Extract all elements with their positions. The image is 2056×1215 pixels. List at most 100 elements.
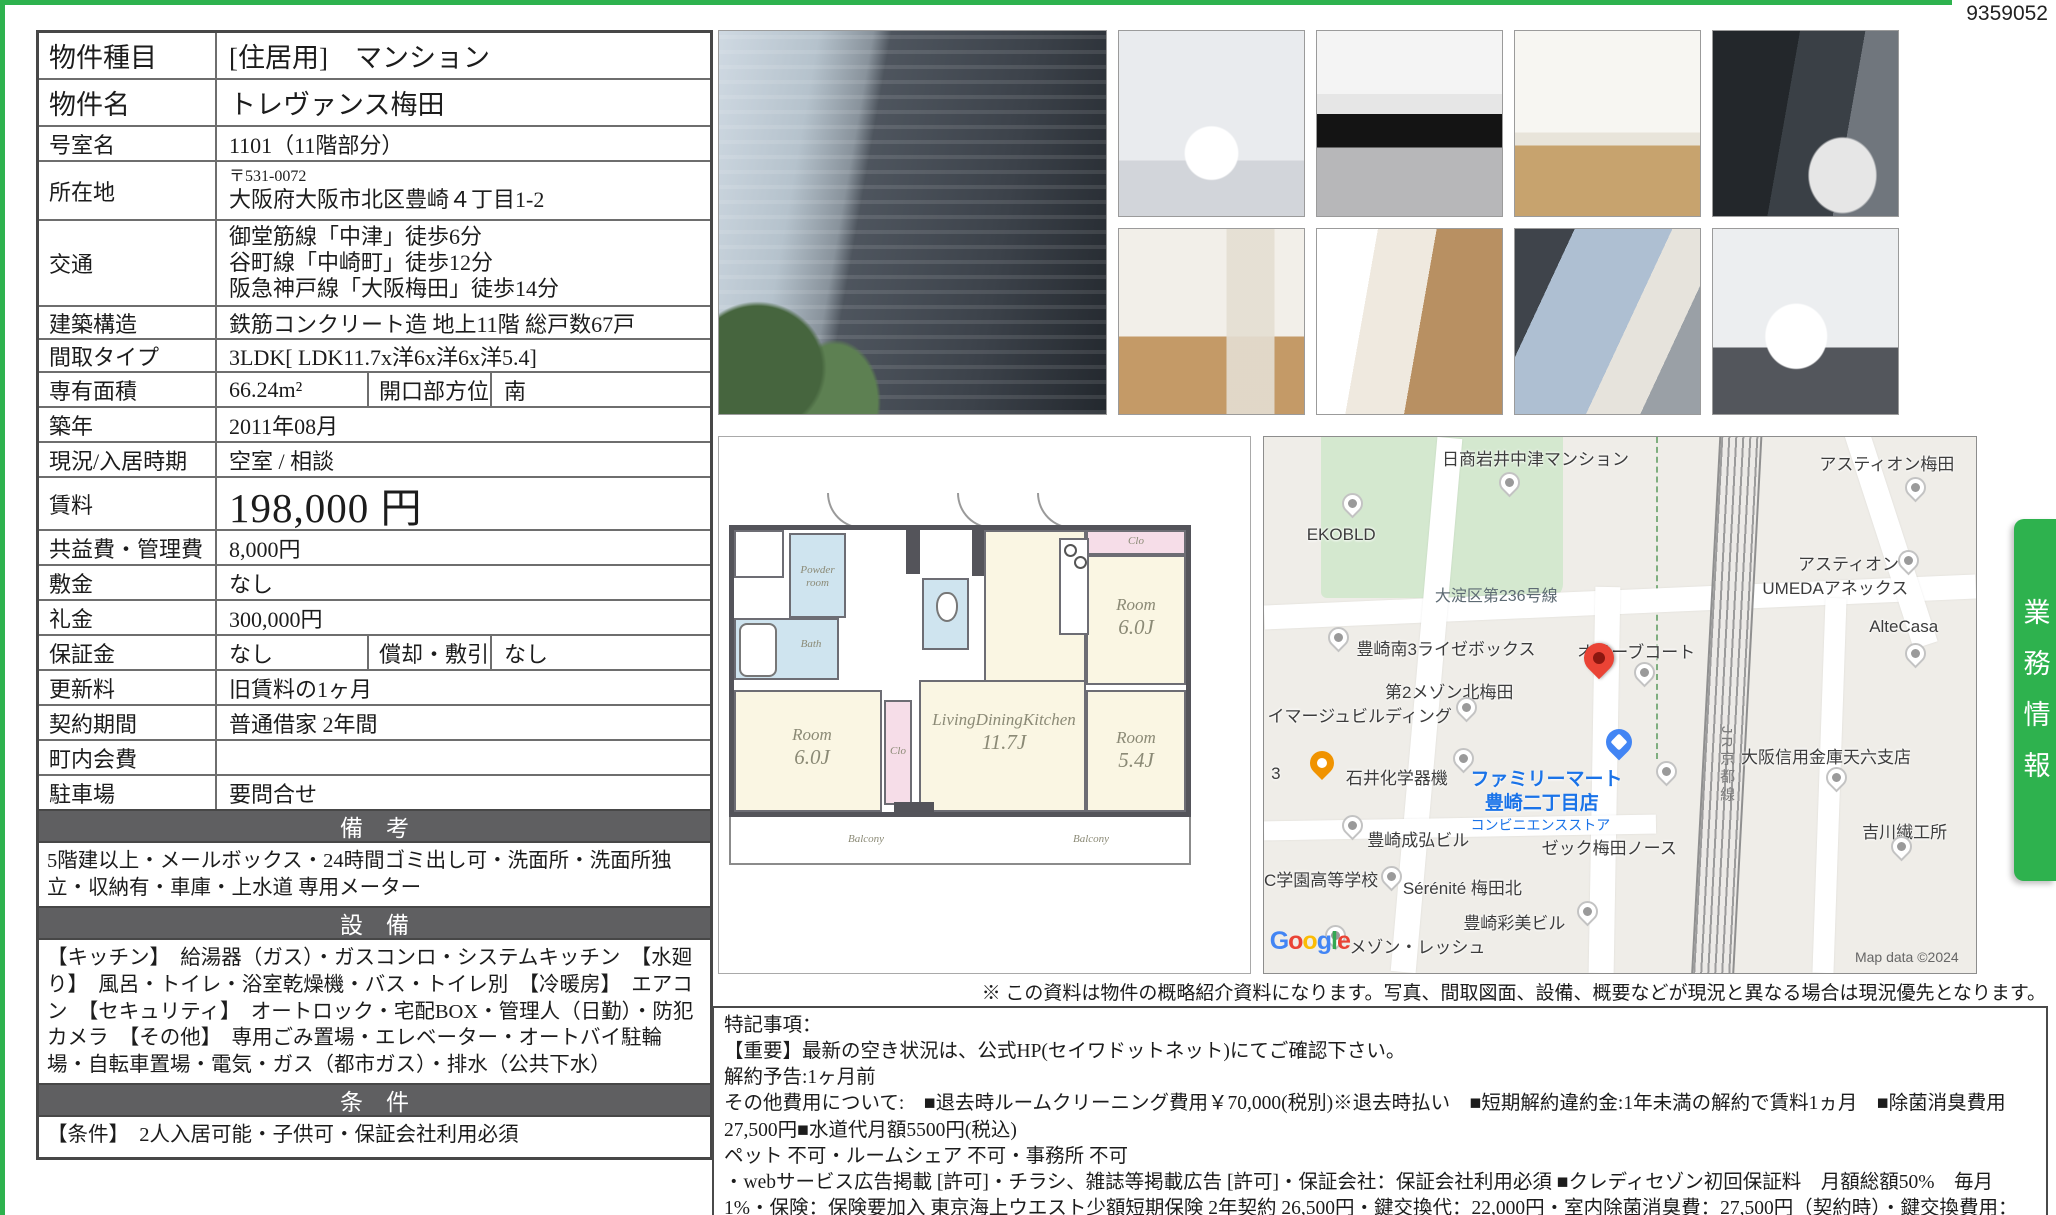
document-number: 9359052: [1966, 2, 2048, 26]
equipment-text: 【キッチン】 給湯器（ガス）・ガスコンロ・システムキッチン 【水廻り】 風呂・ト…: [39, 938, 710, 1083]
table-row: 町内会費: [39, 739, 710, 774]
entry-closet: [734, 530, 784, 578]
room-top-right-label: Room6.0J: [1086, 595, 1186, 641]
page-frame-left: [0, 0, 5, 1215]
access-line-1: 御堂筋線「中津」徒歩6分: [229, 224, 482, 250]
map-label: コンビニエンスストア: [1470, 815, 1610, 835]
property-table: 物件種目[住居用] マンション 物件名トレヴァンス梅田 号室名1101（11階部…: [36, 30, 713, 1160]
table-row: 駐車場要問合せ: [39, 774, 710, 809]
map-pin-orange-icon: [1305, 746, 1339, 780]
room-bottom-right-label: Room5.4J: [1086, 728, 1186, 774]
table-row: 契約期間普通借家 2年間: [39, 704, 710, 739]
map-label: AlteCasa: [1869, 617, 1938, 637]
map-label: アスティオン梅田: [1819, 450, 1954, 475]
table-row: 保証金なし償却・敷引なし: [39, 634, 710, 669]
floor-plan-unit: Room6.0J Room6.0J LivingDiningKitchen11.…: [729, 525, 1191, 817]
photo-hallway: [1316, 228, 1503, 415]
map-label: 3: [1271, 764, 1280, 784]
map-railway: [1691, 436, 1764, 974]
photo-building-exterior: [718, 30, 1107, 415]
wall-block: [906, 530, 920, 574]
closet-vertical-label: Clo: [884, 745, 912, 758]
photo-living-room: [1514, 30, 1701, 217]
map-pin-icon: [1651, 757, 1681, 787]
photo-kitchen: [1316, 30, 1503, 217]
rent-amount: 198,000 円: [217, 478, 710, 529]
closet-top-label: Clo: [1086, 535, 1186, 548]
map-label: アスティオン: [1798, 550, 1899, 575]
business-info-tab[interactable]: 業務情報: [2014, 519, 2056, 881]
balcony: Balcony Balcony: [729, 817, 1191, 865]
map-label: C学園高等学校: [1264, 866, 1378, 891]
map-label: EKOBLD: [1307, 525, 1376, 545]
photo-bathroom: [1712, 30, 1899, 217]
floor-plan: Room6.0J Room6.0J LivingDiningKitchen11.…: [718, 436, 1251, 974]
photo-toilet: [1712, 228, 1899, 415]
special-notes-line: ペット 不可・ルームシェア 不可・事務所 不可: [724, 1144, 2036, 1170]
table-row: 建築構造鉄筋コンクリート造 地上11階 総戸数67戸: [39, 305, 710, 338]
section-header-notes: 備 考: [39, 809, 710, 841]
door-arc-icon: [1037, 493, 1073, 529]
access-line-3: 阪急神戸線「大阪梅田」徒歩14分: [229, 276, 559, 302]
map-label: JR京都線: [1716, 726, 1737, 804]
map-label: メゾン・レッシュ: [1349, 933, 1485, 958]
map-label: ファミリーマート: [1470, 764, 1622, 791]
table-row: 賃料198,000 円: [39, 476, 710, 529]
balcony-label: Balcony: [1051, 833, 1131, 846]
door-arc-icon: [957, 493, 993, 529]
table-row: 間取タイプ3LDK[ LDK11.7x洋6x洋6x洋5.4]: [39, 338, 710, 371]
address: 大阪府大阪市北区豊崎４丁目1-2: [229, 187, 544, 213]
special-notes-line: その他費用について: ■退去時ルームクリーニング費用￥70,000(税別)※退去…: [724, 1091, 2036, 1143]
photo-balcony-view: [1514, 228, 1701, 415]
ldk-label: LivingDiningKitchen11.7J: [929, 710, 1079, 756]
location-map: 日商岩井中津マンションアスティオン梅田EKOBLD大淀区第236号線アスティオン…: [1263, 436, 1977, 974]
bathtub-icon: [739, 623, 777, 677]
wall-block: [972, 530, 984, 576]
page-frame-top: [0, 0, 1952, 5]
access-line-2: 谷町線「中崎町」徒歩12分: [229, 250, 493, 276]
powder-room-label: Powder room: [790, 564, 845, 590]
toilet-icon: [936, 592, 958, 622]
table-row: 物件種目[住居用] マンション: [39, 33, 710, 78]
postal-code: 〒531-0072: [229, 168, 306, 187]
disclaimer-note: ※ この資料は物件の概略紹介資料になります。写真、間取図面、設備、概要などが現況…: [982, 978, 2046, 1005]
table-row: 現況/入居時期空室 / 相談: [39, 441, 710, 476]
table-row: 共益費・管理費8,000円: [39, 529, 710, 564]
notes-text: 5階建以上・メールボックス・24時間ゴミ出し可・洗面所・洗面所独立・収納有・車庫…: [39, 841, 710, 906]
section-header-conditions: 条 件: [39, 1083, 710, 1115]
wall-block: [894, 802, 934, 812]
table-row: 更新料旧賃料の1ヶ月: [39, 669, 710, 704]
bath-label: Bath: [786, 638, 836, 651]
map-label: UMEDAアネックス: [1762, 574, 1908, 599]
map-label: 豊崎成弘ビル: [1367, 826, 1469, 851]
table-row: 交通 御堂筋線「中津」徒歩6分谷町線「中崎町」徒歩12分阪急神戸線「大阪梅田」徒…: [39, 219, 710, 305]
map-label: 豊崎南3ライゼボックス: [1357, 635, 1536, 660]
table-row: 礼金300,000円: [39, 599, 710, 634]
photo-washbasin: [1118, 30, 1305, 217]
map-label: 大阪信用金庫天六支店: [1741, 743, 1911, 768]
special-notes-line: ・webサービス広告掲載 [許可]・チラシ、雑誌等掲載広告 [許可]・保証会社：…: [724, 1170, 2036, 1215]
special-notes-line: 解約予告:1ヶ月前: [724, 1065, 2036, 1091]
table-row: 物件名トレヴァンス梅田: [39, 78, 710, 125]
table-row: 専有面積66.24m²開口部方位南: [39, 371, 710, 406]
property-sheet: 9359052 物件種目[住居用] マンション 物件名トレヴァンス梅田 号室名1…: [0, 0, 2056, 1215]
special-notes-line: 【重要】最新の空き状況は、公式HP(セイワドットネット)にてご確認下さい。: [724, 1039, 2036, 1065]
special-notes-box: 特記事項： 【重要】最新の空き状況は、公式HP(セイワドットネット)にてご確認下…: [712, 1006, 2048, 1215]
map-label: Map data ©2024: [1855, 949, 1959, 965]
map-label: 第2メゾン北梅田: [1385, 678, 1513, 703]
map-label: 日商岩井中津マンション: [1442, 445, 1629, 470]
map-label: 豊崎二丁目店: [1485, 788, 1599, 815]
table-row: 号室名1101（11階部分）: [39, 125, 710, 160]
map-label: イマージュビルディング: [1268, 702, 1452, 727]
table-row: 所在地 〒531-0072大阪府大阪市北区豊崎４丁目1-2: [39, 160, 710, 219]
stove-burner-icon: [1064, 544, 1077, 557]
conditions-text: 【条件】 2人入居可能・子供可・保証会社利用必須: [39, 1115, 710, 1157]
map-label: 石井化学器機: [1346, 764, 1448, 789]
door-arc-icon: [827, 493, 863, 529]
special-notes-line: 特記事項：: [724, 1013, 2036, 1039]
section-header-equipment: 設 備: [39, 906, 710, 938]
photo-bedroom: [1118, 228, 1305, 415]
balcony-label: Balcony: [826, 833, 906, 846]
table-row: 築年2011年08月: [39, 406, 710, 441]
table-row: 敷金なし: [39, 564, 710, 599]
